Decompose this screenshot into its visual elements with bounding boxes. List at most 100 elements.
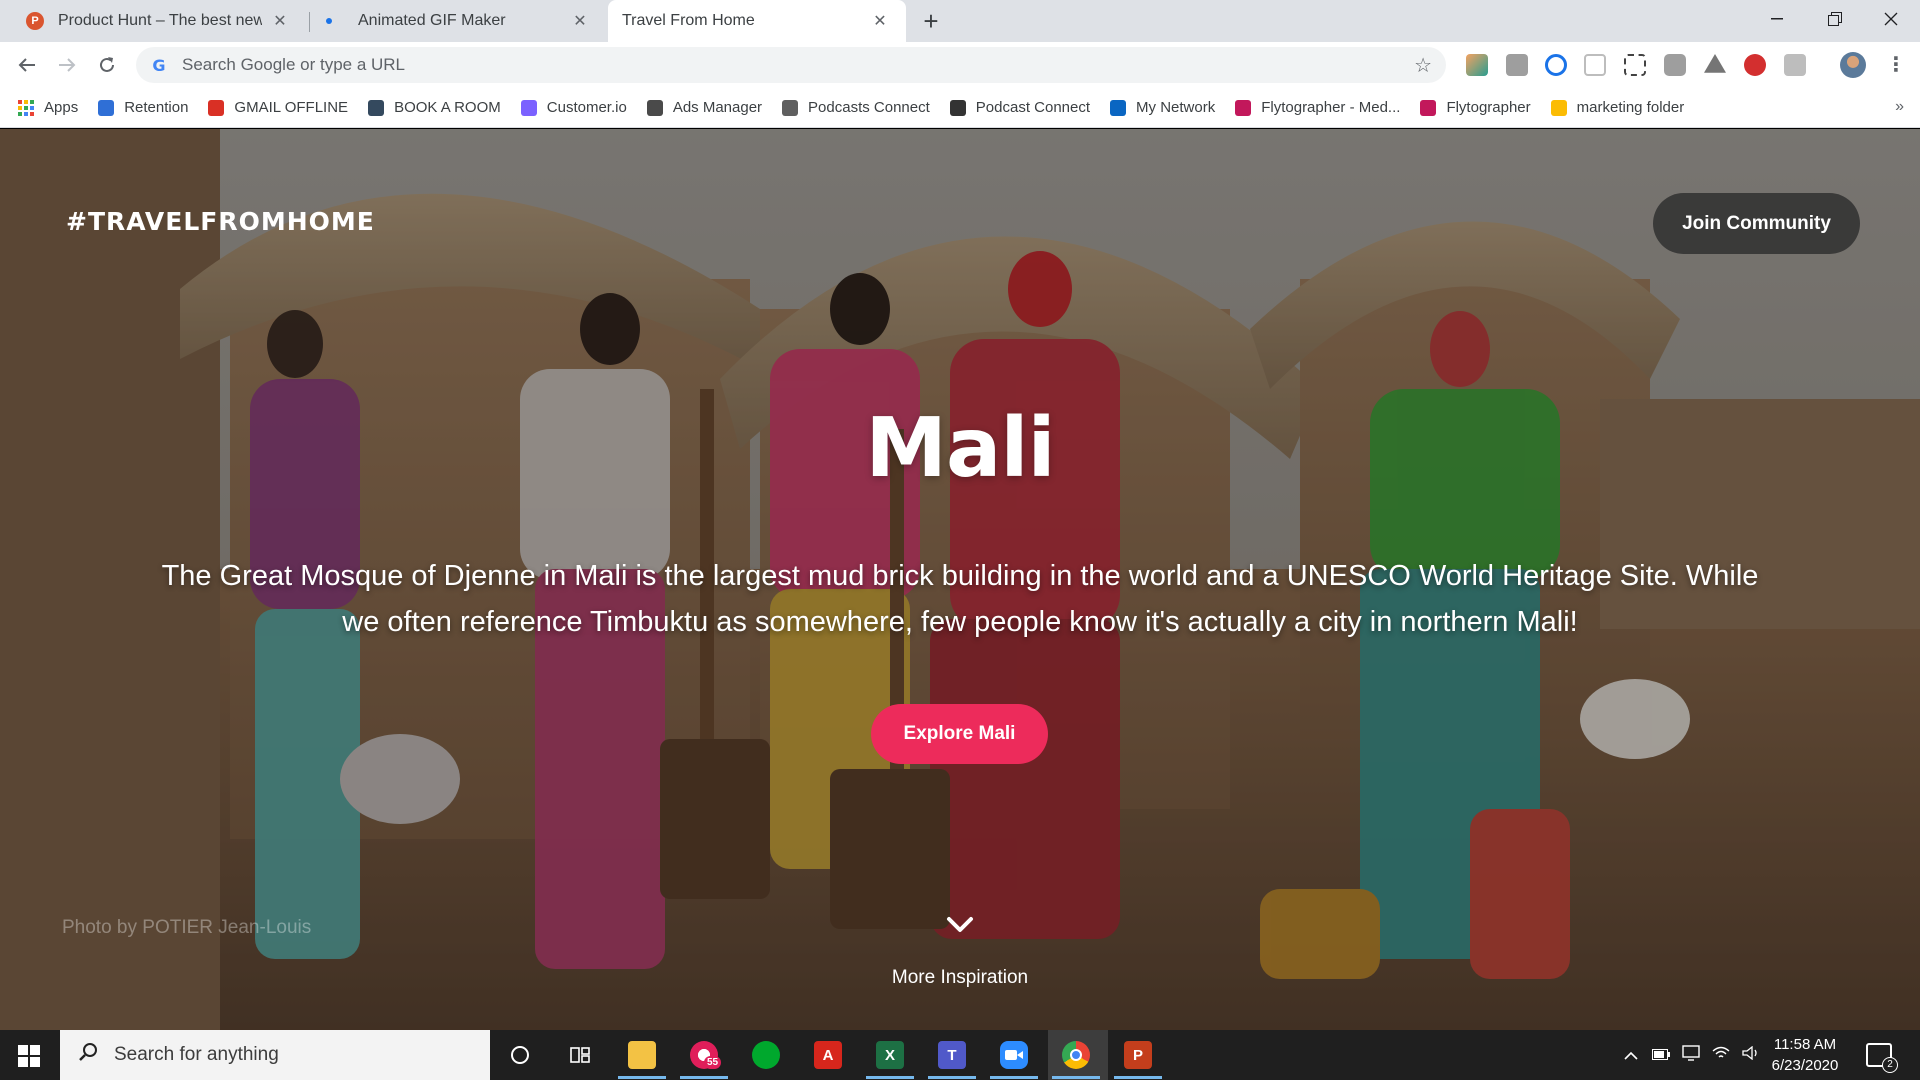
forward-arrow-icon[interactable] — [52, 50, 82, 80]
address-bar[interactable]: G ☆ — [136, 47, 1446, 83]
new-tab-button[interactable]: + — [918, 8, 944, 34]
reload-icon[interactable] — [92, 50, 122, 80]
bookmark-label: BOOK A ROOM — [394, 99, 501, 116]
bookmarks-overflow-chevron-icon[interactable]: » — [1895, 98, 1904, 116]
wifi-icon[interactable] — [1712, 1046, 1730, 1064]
bookmark-label: Flytographer - Med... — [1261, 99, 1401, 116]
extension-icon[interactable] — [1466, 54, 1488, 76]
search-icon — [78, 1042, 98, 1068]
notification-badge: 55 — [704, 1056, 722, 1069]
apple-icon — [949, 99, 966, 116]
close-tab-icon[interactable]: ✕ — [870, 11, 890, 31]
bookmark-item[interactable]: Customer.io — [520, 99, 627, 116]
active-app-indicator — [1114, 1076, 1162, 1079]
bookmark-item[interactable]: Retention — [98, 99, 188, 116]
adobe-acrobat-icon[interactable]: A — [814, 1041, 842, 1069]
bookmark-item[interactable]: Ads Manager — [646, 99, 763, 116]
extension-icon[interactable] — [1506, 54, 1528, 76]
gmail-icon — [208, 99, 225, 116]
explore-destination-button[interactable]: Explore Mali — [871, 704, 1048, 764]
flytographer-icon — [1420, 99, 1437, 116]
ads-manager-icon — [646, 99, 663, 116]
podcasts-icon — [782, 99, 799, 116]
destination-description: The Great Mosque of Djenne in Mali is th… — [161, 560, 1759, 638]
close-window-icon[interactable] — [1862, 0, 1920, 38]
bookmark-star-icon[interactable]: ☆ — [1414, 53, 1432, 78]
back-arrow-icon[interactable] — [12, 50, 42, 80]
excel-icon[interactable]: X — [876, 1041, 904, 1069]
omnibox-input[interactable] — [182, 55, 1382, 75]
bookmark-label: Ads Manager — [672, 99, 763, 116]
battery-icon[interactable] — [1652, 1047, 1670, 1064]
zoom-icon[interactable] — [1000, 1041, 1028, 1069]
bookmark-label: GMAIL OFFLINE — [234, 99, 349, 116]
bookmark-item[interactable]: My Network — [1110, 99, 1215, 116]
teams-icon[interactable]: T — [938, 1041, 966, 1069]
bookmark-item[interactable]: Apps — [18, 99, 78, 116]
bookmark-item[interactable]: Flytographer — [1420, 99, 1531, 116]
powerpoint-icon[interactable]: P — [1124, 1041, 1152, 1069]
clock-date: 6/23/2020 — [1771, 1057, 1839, 1074]
active-app-indicator — [866, 1076, 914, 1079]
screenshot-extension-icon[interactable] — [1624, 54, 1646, 76]
active-app-indicator — [680, 1076, 728, 1079]
restore-window-icon[interactable] — [1806, 0, 1864, 38]
tab-title: Animated GIF Maker — [358, 12, 506, 29]
extension-icon[interactable] — [1744, 54, 1766, 76]
extension-icon[interactable] — [1784, 54, 1806, 76]
minimize-window-icon[interactable] — [1748, 0, 1806, 38]
tab-travel-from-home[interactable]: Travel From Home ✕ — [608, 0, 906, 42]
browser-tab-strip: P Product Hunt – The best new products ✕… — [0, 0, 1920, 42]
tab-product-hunt[interactable]: P Product Hunt – The best new products ✕ — [0, 0, 306, 42]
flytographer-icon — [1235, 99, 1252, 116]
volume-icon[interactable] — [1742, 1045, 1760, 1064]
chevron-down-icon[interactable] — [946, 915, 974, 935]
bookmark-label: Flytographer — [1446, 99, 1531, 116]
hero-section: #TRAVELFROMHOME Join Community Mali The … — [0, 129, 1920, 1030]
apps-grid-icon — [18, 99, 34, 116]
onepassword-extension-icon[interactable] — [1545, 54, 1567, 76]
bookmark-label: My Network — [1136, 99, 1216, 116]
camera-extension-icon[interactable] — [1664, 54, 1686, 76]
close-tab-icon[interactable]: ✕ — [270, 11, 290, 31]
linkedin-icon — [1110, 99, 1127, 116]
destination-title: Mali — [865, 401, 1055, 496]
task-view-icon[interactable] — [566, 1041, 594, 1069]
customerio-icon — [520, 99, 537, 116]
bookmark-item[interactable]: Flytographer - Med... — [1235, 99, 1400, 116]
bookmark-item[interactable]: marketing folder — [1550, 99, 1684, 116]
display-icon[interactable] — [1682, 1045, 1700, 1065]
file-explorer-icon[interactable] — [628, 1041, 656, 1069]
menu-kebab-icon[interactable]: ⋮ — [1886, 52, 1906, 77]
extension-icon[interactable] — [1584, 54, 1606, 76]
taskbar-search-box[interactable]: Search for anything — [60, 1030, 490, 1080]
active-app-indicator — [618, 1076, 666, 1079]
join-community-button[interactable]: Join Community — [1653, 193, 1860, 254]
profile-avatar[interactable] — [1840, 52, 1866, 78]
show-hidden-icons-chevron-icon[interactable] — [1624, 1047, 1638, 1064]
tab-animated-gif-maker[interactable]: Animated GIF Maker ✕ — [310, 0, 606, 42]
bookmark-item[interactable]: Podcast Connect — [949, 99, 1090, 116]
loading-favicon-icon — [326, 18, 332, 24]
more-inspiration-link[interactable]: More Inspiration — [0, 967, 1920, 989]
active-app-indicator — [990, 1076, 1038, 1079]
cortana-icon[interactable] — [506, 1041, 534, 1069]
bookmark-item[interactable]: Podcasts Connect — [782, 99, 930, 116]
close-tab-icon[interactable]: ✕ — [570, 11, 590, 31]
evernote-icon[interactable] — [752, 1041, 780, 1069]
bookmark-item[interactable]: GMAIL OFFLINE — [208, 99, 348, 116]
bookmark-label: Podcasts Connect — [808, 99, 930, 116]
windows-start-icon[interactable] — [18, 1045, 40, 1067]
windows-taskbar: Search for anything 55 A X T P 11:58 AM … — [0, 1030, 1920, 1080]
site-logo[interactable]: #TRAVELFROMHOME — [66, 207, 375, 236]
chrome-icon[interactable] — [1062, 1041, 1090, 1069]
drive-extension-icon[interactable] — [1704, 54, 1726, 73]
product-hunt-favicon-icon: P — [26, 12, 44, 30]
active-app-indicator — [1052, 1076, 1100, 1079]
browser-toolbar: G ☆ ⋮ — [0, 42, 1920, 88]
bookmark-item[interactable]: BOOK A ROOM — [368, 99, 501, 116]
system-tray — [1624, 1030, 1760, 1080]
action-center-icon[interactable]: 2 — [1866, 1043, 1898, 1073]
notification-count: 2 — [1882, 1057, 1898, 1073]
taskbar-clock[interactable]: 11:58 AM 6/23/2020 — [1760, 1034, 1850, 1076]
